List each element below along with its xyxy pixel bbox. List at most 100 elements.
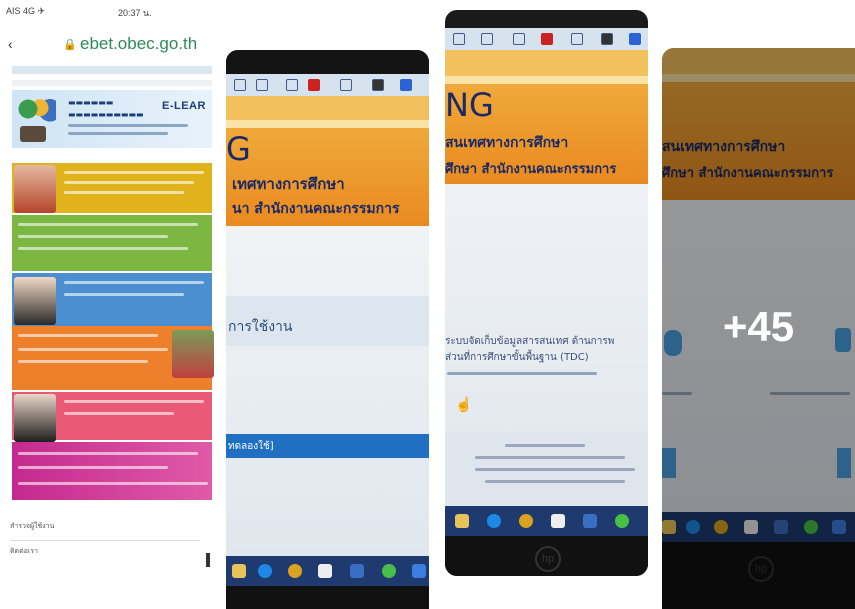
header-strip: [12, 66, 212, 74]
heading-partial: NG: [445, 86, 494, 124]
status-bar: AIS 4G ✈ 20:37 น.: [6, 6, 208, 20]
text-line: [18, 466, 168, 469]
text-line: [18, 482, 208, 485]
app-icon[interactable]: [412, 564, 426, 578]
ie-icon[interactable]: [487, 514, 501, 528]
footer-line: [475, 468, 635, 471]
clock-label: 20:37 น.: [118, 8, 152, 18]
app-icon[interactable]: [583, 514, 597, 528]
ie-icon[interactable]: [258, 564, 272, 578]
text-line: [18, 452, 198, 455]
orange-band-pale: [226, 120, 429, 128]
toolbar-icon: [481, 33, 493, 45]
text-line: [64, 293, 184, 296]
bezel-top: [226, 50, 429, 74]
orange-band-pale: [445, 76, 648, 84]
info-bar-text: ทดลองใช้]: [228, 441, 274, 452]
bezel-bottom: hp: [445, 536, 648, 576]
url-bar[interactable]: ‹ 🔒 ebet.obec.go.th: [0, 26, 214, 64]
line-icon[interactable]: [382, 564, 396, 578]
section-row-pink[interactable]: [12, 392, 212, 442]
section-row-magenta[interactable]: [12, 442, 212, 500]
back-arrow-icon[interactable]: ‹: [8, 36, 13, 52]
photo-3-monitor[interactable]: NG สนเทศทางการศึกษา ศึกษา สำนักงานคณะกรร…: [445, 10, 648, 576]
hp-logo-icon: hp: [535, 546, 561, 572]
carrier-label: AIS 4G ✈: [6, 6, 46, 16]
text-line: [64, 281, 204, 284]
book-icon: [20, 126, 46, 142]
photo-1-phone-screenshot[interactable]: AIS 4G ✈ 20:37 น. ‹ 🔒 ebet.obec.go.th ▬▬…: [0, 0, 214, 609]
toolbar-icon: [308, 79, 320, 91]
toolbar-icon: [571, 33, 583, 45]
url-text[interactable]: ebet.obec.go.th: [80, 34, 197, 54]
chrome-icon[interactable]: [519, 514, 533, 528]
toolbar-icon: [372, 79, 384, 91]
toolbar-icon: [340, 79, 352, 91]
chrome-icon[interactable]: [288, 564, 302, 578]
link-line: [447, 372, 597, 375]
photo-2-monitor[interactable]: G เทศทางการศึกษา นา สำนักงานคณะกรรมการ ก…: [226, 50, 429, 609]
lock-icon: 🔒: [63, 39, 77, 51]
toolbar-icon: [513, 33, 525, 45]
explorer-icon[interactable]: [232, 564, 246, 578]
header-line-2: ศึกษา สำนักงานคณะกรรมการ: [445, 162, 617, 177]
body-text-1: ระบบจัดเก็บข้อมูลสารสนเทศ ด้านการพ: [445, 336, 615, 347]
page-body: ระบบจัดเก็บข้อมูลสารสนเทศ ด้านการพ ส่วนท…: [445, 184, 648, 506]
section-row-orange[interactable]: [12, 326, 214, 390]
text-line: [64, 400, 204, 403]
page-body: การใช้งาน ทดลองใช้]: [226, 226, 429, 556]
browser-toolbar: [226, 74, 429, 96]
footer-line: [475, 456, 625, 459]
store-icon[interactable]: [551, 514, 565, 528]
info-bar: ทดลองใช้]: [226, 434, 429, 458]
more-photos-count[interactable]: +45: [662, 303, 855, 351]
orange-band-light: [226, 96, 429, 120]
text-line: [18, 360, 148, 363]
section-row-blue[interactable]: [12, 273, 212, 329]
text-line: [18, 334, 158, 337]
toolbar-icon: [629, 33, 641, 45]
divider: [10, 540, 200, 541]
footer-line: [485, 480, 625, 483]
explorer-icon[interactable]: [455, 514, 469, 528]
header-strip-2: [12, 80, 212, 86]
text-line: [18, 348, 168, 351]
text-line: [18, 223, 198, 226]
header-line-1: สนเทศทางการศึกษา: [445, 135, 569, 151]
line-icon[interactable]: [615, 514, 629, 528]
menu-item-survey[interactable]: สำรวจผู้ใช้งาน: [10, 521, 54, 532]
elearning-banner[interactable]: ▬▬▬▬▬▬ ▬▬▬▬▬▬▬▬▬▬ E-LEAR: [12, 90, 212, 148]
header-line-1: เทศทางการศึกษา: [232, 175, 345, 193]
banner-text-line: [68, 124, 188, 127]
text-line: [64, 191, 184, 194]
person-photo: [14, 165, 56, 213]
body-text-2: ส่วนที่การศึกษาขั้นพื้นฐาน (TDC): [445, 352, 589, 363]
scrollbar[interactable]: [206, 553, 210, 567]
toolbar-icon: [541, 33, 553, 45]
person-photo: [14, 277, 56, 325]
section-row-green[interactable]: [12, 215, 212, 271]
text-line: [64, 181, 194, 184]
banner-subtitle: ▬▬▬▬▬▬▬▬▬▬: [68, 110, 144, 119]
footer-line: [505, 444, 585, 447]
store-icon[interactable]: [318, 564, 332, 578]
menu-item-contact[interactable]: ติดต่อเรา: [10, 546, 38, 557]
windows-taskbar: [226, 556, 429, 586]
app-icon[interactable]: [350, 564, 364, 578]
header-line-2: นา สำนักงานคณะกรรมการ: [232, 201, 400, 217]
text-line: [64, 412, 174, 415]
browser-toolbar: [445, 28, 648, 50]
text-line: [18, 235, 168, 238]
orange-band-light: [445, 50, 648, 76]
footer-panel: [445, 432, 648, 502]
section-title: การใช้งาน: [228, 319, 293, 335]
heading-partial: G: [226, 130, 251, 168]
toolbar-icon: [400, 79, 412, 91]
section-row-yellow[interactable]: [12, 163, 212, 213]
site-header: G เทศทางการศึกษา นา สำนักงานคณะกรรมการ: [226, 128, 429, 226]
toolbar-icon: [453, 33, 465, 45]
windows-taskbar: [445, 506, 648, 536]
site-header: NG สนเทศทางการศึกษา ศึกษา สำนักงานคณะกรร…: [445, 84, 648, 184]
cursor-icon: ☝: [455, 396, 473, 412]
photo-4-monitor[interactable]: สนเทศทางการศึกษา ศึกษา สำนักงานคณะกรรมกา…: [662, 48, 855, 609]
